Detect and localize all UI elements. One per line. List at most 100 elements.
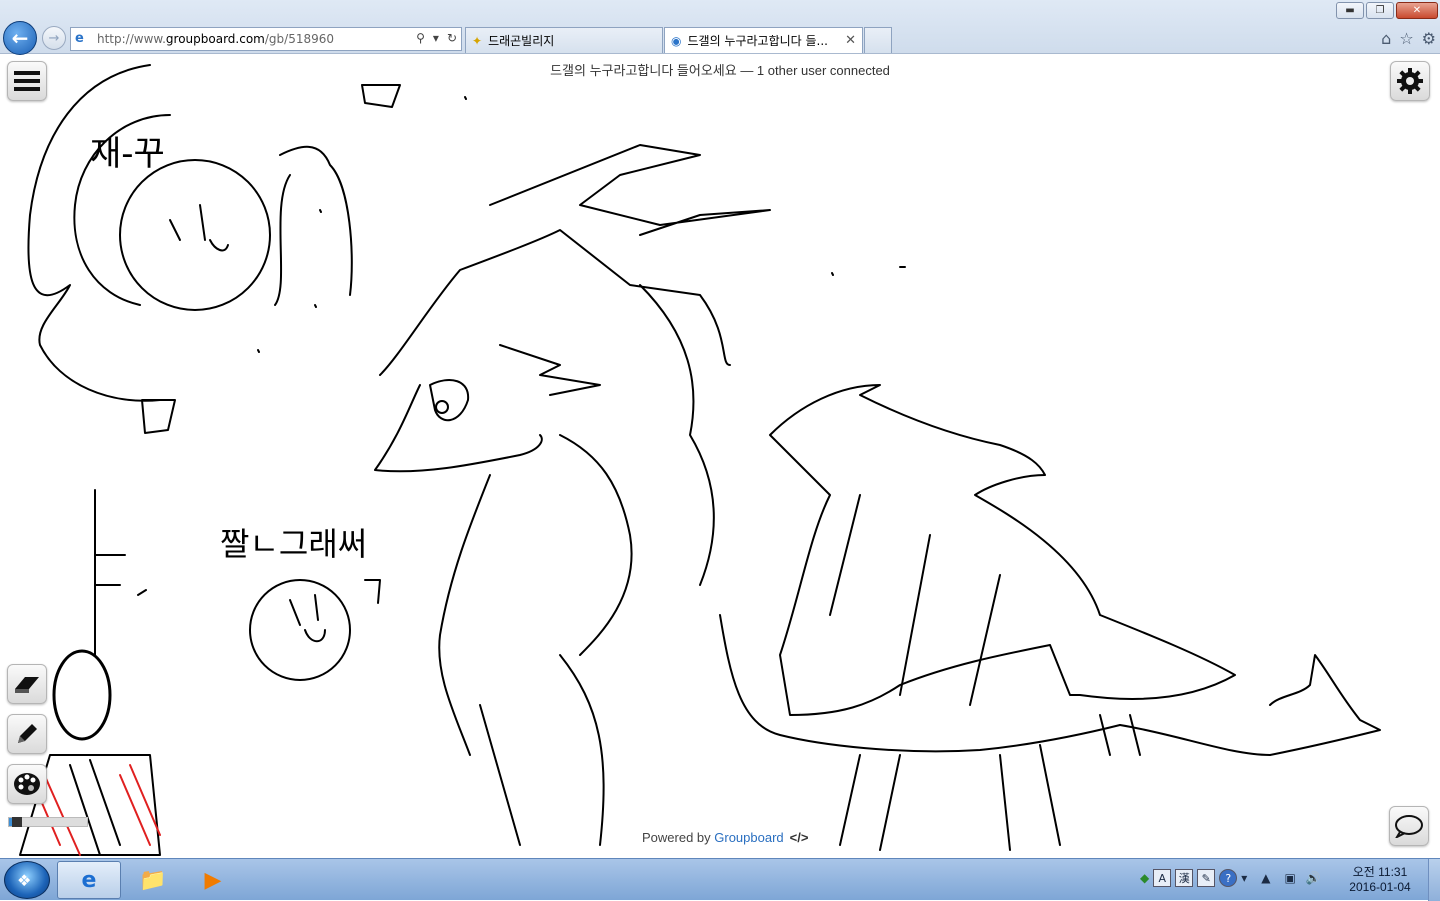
chat-bubble-icon <box>1395 815 1423 838</box>
forward-arrow-icon: → <box>48 30 60 46</box>
dragon-head <box>379 229 731 376</box>
forward-button[interactable]: → <box>42 26 66 50</box>
powered-by-text: Powered by <box>642 830 715 845</box>
dragon-horn <box>489 144 771 236</box>
ime-pad-icon[interactable]: ✎ <box>1197 869 1216 887</box>
network-icon[interactable]: ▣ <box>1285 871 1296 885</box>
dragon-snout <box>374 384 543 473</box>
swirl-stroke <box>27 64 161 402</box>
side-mark <box>364 579 381 604</box>
chat-button[interactable] <box>1389 806 1429 846</box>
middle-handwritten-label: 짤ㄴ그래써 <box>220 525 367 563</box>
url-host: groupboard.com <box>165 32 265 46</box>
dragon-pupil <box>435 400 449 414</box>
dragon-eye <box>429 379 470 422</box>
refresh-icon[interactable]: ↻ <box>447 31 457 45</box>
new-tab-button[interactable] <box>864 27 892 53</box>
brush-size-slider[interactable] <box>8 817 88 827</box>
ime-help[interactable]: ? <box>1219 869 1238 887</box>
pencil-button[interactable] <box>7 714 47 754</box>
scatter-dots <box>137 96 906 596</box>
windows-logo-icon: ❖ <box>17 871 32 890</box>
sparkle-square <box>141 399 176 434</box>
start-button[interactable]: ❖ <box>4 861 50 899</box>
gear-icon <box>1397 68 1423 94</box>
internet-explorer-icon: e <box>81 867 97 893</box>
clock-time: 오전 11:31 <box>1352 865 1408 879</box>
ime-mode-hanja[interactable]: 漢 <box>1175 869 1194 887</box>
tab-groupboard[interactable]: ◉ 드갤의 누구라고합니다 들... ✕ <box>664 27 863 53</box>
clock-date: 2016-01-04 <box>1349 880 1411 894</box>
board-status-text: 드갤의 누구라고합니다 들어오세요 — 1 other user connect… <box>550 63 890 78</box>
dragon-wing-fold <box>829 494 1001 706</box>
browser-toolbar-right: ⌂ ☆ ⚙ <box>1381 29 1436 48</box>
groupboard-link[interactable]: Groupboard <box>714 830 783 845</box>
taskbar-clock[interactable]: 오전 11:31 2016-01-04 <box>1340 865 1420 895</box>
hamburger-menu-icon <box>14 71 40 91</box>
dragon-leg-front <box>479 654 605 846</box>
url-path: /gb/518960 <box>264 32 335 46</box>
dragon-wing <box>769 384 1236 716</box>
home-icon[interactable]: ⌂ <box>1381 29 1391 48</box>
tray-expand-icon[interactable]: ▲ <box>1261 871 1270 885</box>
search-icon[interactable]: ⚲ <box>416 31 425 45</box>
embed-code-icon[interactable]: </> <box>790 830 809 845</box>
media-player-icon: ▶ <box>204 867 222 893</box>
face-2-features <box>289 594 326 643</box>
face-eyes <box>169 204 229 252</box>
figure-head <box>52 649 112 741</box>
show-desktop-button[interactable] <box>1428 859 1440 901</box>
arc-stroke <box>279 145 353 296</box>
close-tab-icon[interactable]: ✕ <box>845 33 856 48</box>
face-circle-2 <box>249 579 351 681</box>
menu-button[interactable] <box>7 61 47 101</box>
taskbar-internet-explorer[interactable]: e <box>57 861 121 899</box>
dropdown-arrow-icon[interactable]: ▾ <box>433 31 439 45</box>
ime-options-icon[interactable]: ▾ <box>1241 871 1247 885</box>
site-favicon-icon: e <box>75 31 84 46</box>
taskbar-file-explorer[interactable]: 📁 <box>121 861 185 899</box>
back-arrow-icon: ← <box>11 26 29 50</box>
minimize-button[interactable]: ▬ <box>1336 2 1364 19</box>
windows-taskbar: ❖ e 📁 ▶ ◆ A 漢 ✎ ? ▾ ▲ ▣ 🔊 오전 11:31 2016-… <box>0 858 1440 901</box>
address-bar[interactable]: e http://www. groupboard.com/gb/518960 ⚲ … <box>70 27 462 51</box>
back-button[interactable]: ← <box>3 21 37 55</box>
dragon-neck <box>438 434 633 756</box>
folder-icon: 📁 <box>139 867 167 893</box>
ie-favicon-icon: ◉ <box>671 33 682 48</box>
brush-size-handle[interactable] <box>12 817 22 827</box>
browser-chrome: ▬ ❐ ✕ ← → e http://www. groupboard.com/gb… <box>0 0 1440 55</box>
dragon-village-favicon-icon: ✦ <box>472 33 483 48</box>
pencil-icon <box>18 724 37 743</box>
palette-icon <box>14 773 40 795</box>
window-controls: ▬ ❐ ✕ <box>1336 2 1438 19</box>
groupboard-page: 재-꾸 짤ㄴ그래써 드갤의 누구라고합니다 들어오세요 — 1 other us… <box>0 55 1440 858</box>
palette-button[interactable] <box>7 764 47 804</box>
top-handwritten-label: 재-꾸 <box>90 134 165 174</box>
dragon-body <box>719 614 1121 753</box>
eraser-icon <box>15 677 39 693</box>
dragon-back <box>639 284 715 586</box>
taskbar-media-player[interactable]: ▶ <box>181 861 245 899</box>
eraser-button[interactable] <box>7 664 47 704</box>
dragon-leg <box>839 744 1061 851</box>
drawing-canvas[interactable]: 재-꾸 짤ㄴ그래써 <box>0 55 1440 858</box>
tab-label: 드갤의 누구라고합니다 들... <box>687 34 828 48</box>
language-bar-icon[interactable]: ◆ <box>1140 871 1149 885</box>
face-circle <box>119 159 271 311</box>
settings-button[interactable] <box>1390 61 1430 101</box>
favorites-star-icon[interactable]: ☆ <box>1399 29 1413 48</box>
url-prefix: http://www. <box>97 32 166 46</box>
arc-stroke-2 <box>274 174 291 306</box>
tab-label: 드래곤빌리지 <box>488 34 555 48</box>
tab-dragon-village[interactable]: ✦ 드래곤빌리지 <box>465 27 663 53</box>
figure-stick <box>94 489 126 656</box>
sparkle-square <box>361 84 401 108</box>
restore-button[interactable]: ❐ <box>1366 2 1394 19</box>
system-tray: ◆ A 漢 ✎ ? ▾ ▲ ▣ 🔊 <box>1140 869 1321 887</box>
dragon-tail-stripes <box>1099 714 1141 756</box>
volume-icon[interactable]: 🔊 <box>1306 871 1321 885</box>
tools-gear-icon[interactable]: ⚙ <box>1422 29 1436 48</box>
ime-mode-a[interactable]: A <box>1153 869 1172 887</box>
close-window-button[interactable]: ✕ <box>1396 2 1438 19</box>
